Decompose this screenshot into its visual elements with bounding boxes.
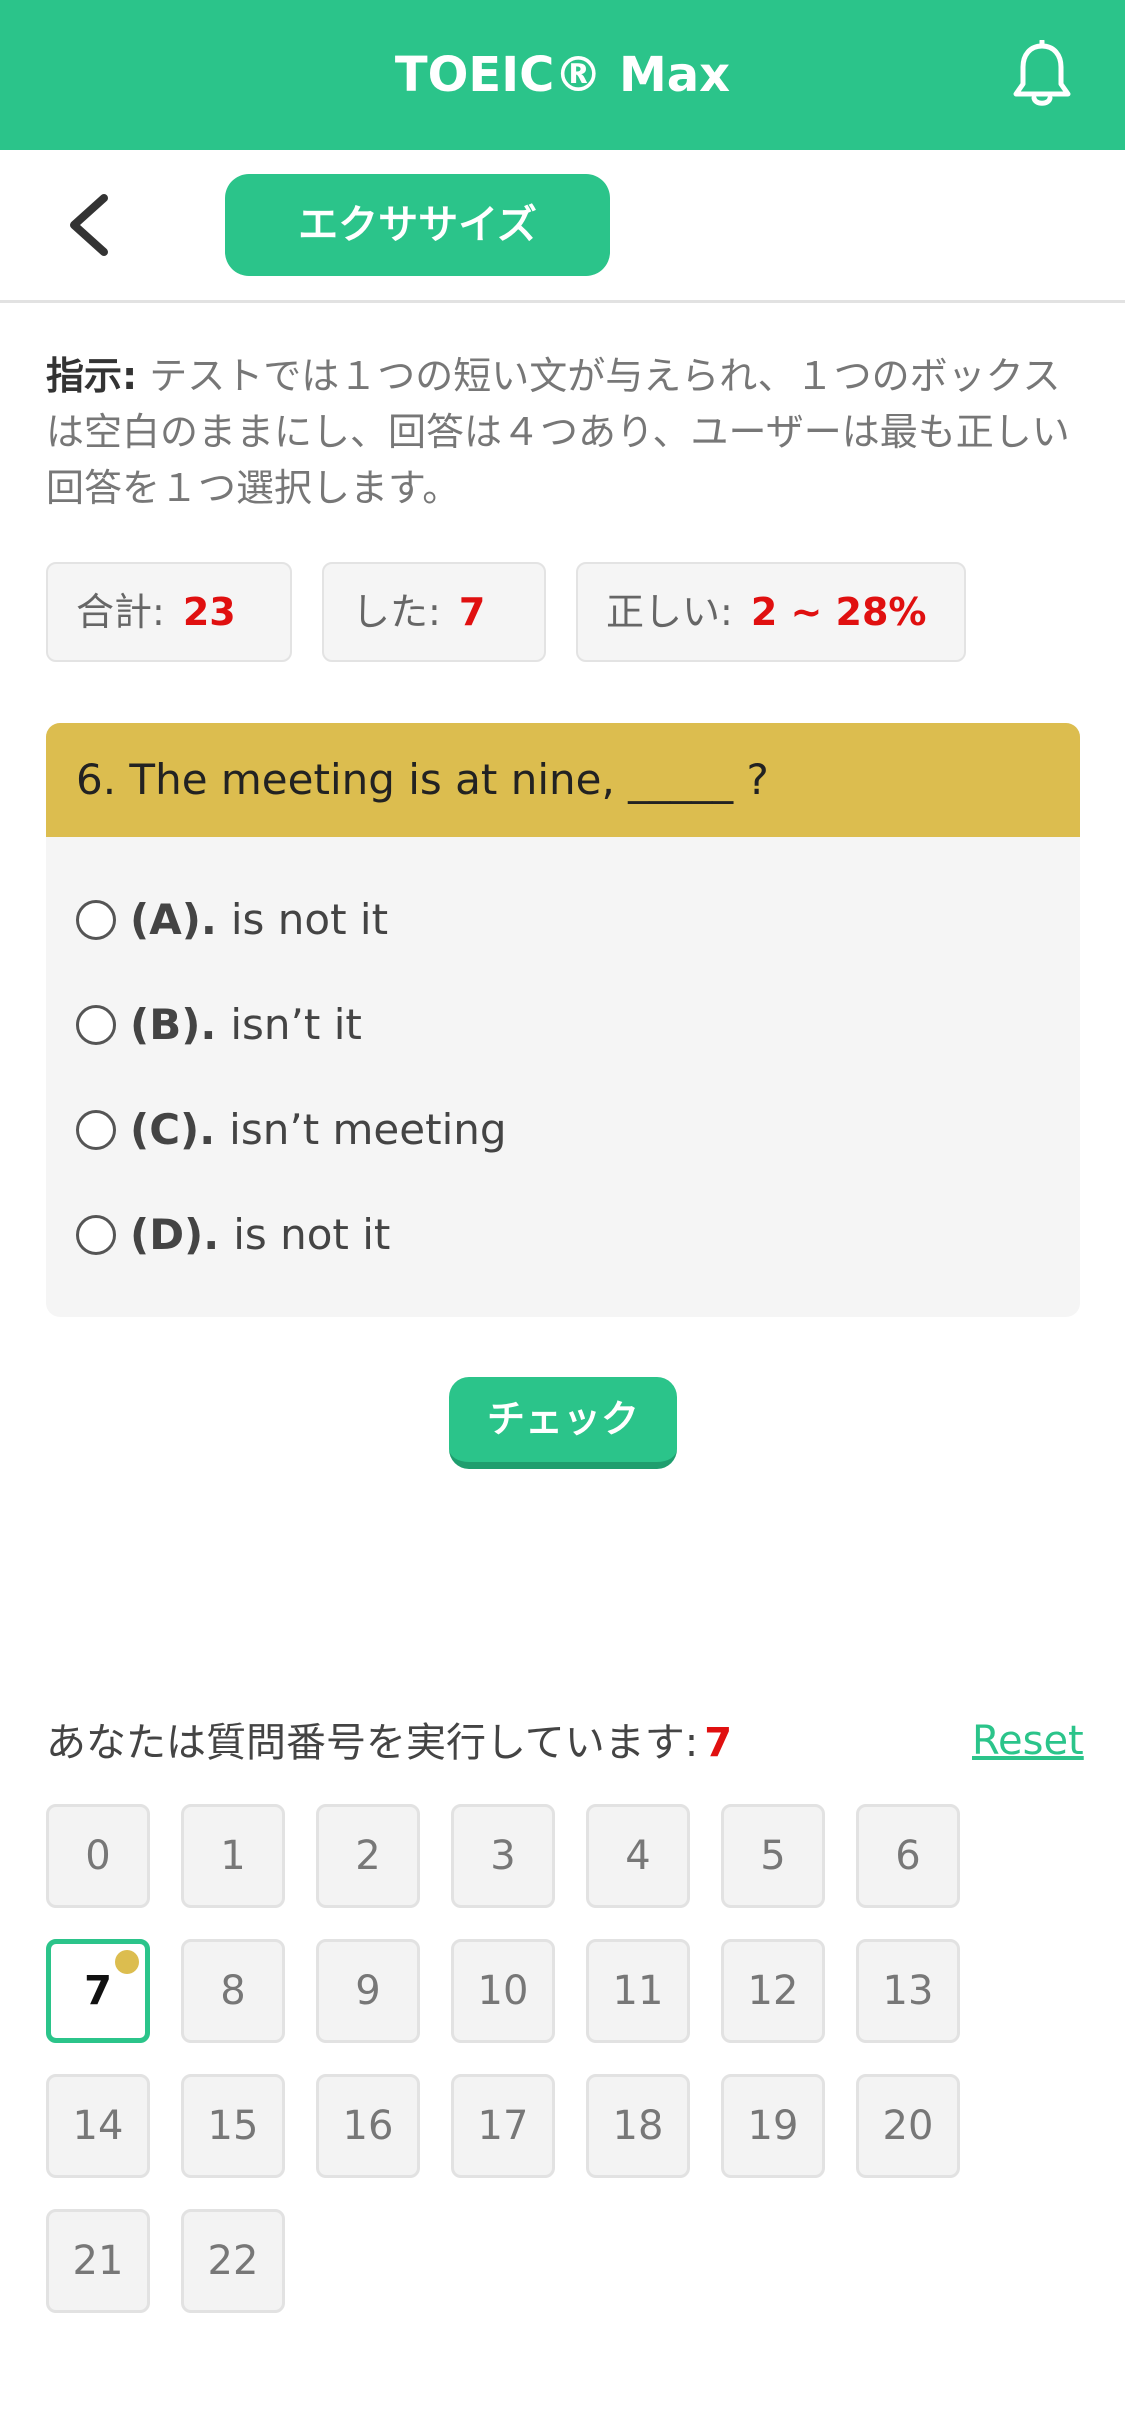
current-question-number: 7	[704, 1720, 733, 1766]
instruction-text: 指示: テストでは１つの短い文が与えられ、１つのボックスは空白のままにし、回答は…	[46, 348, 1071, 516]
stat-done: した: 7	[322, 562, 546, 662]
section-tab-exercise[interactable]: エクササイズ	[225, 174, 610, 276]
option-b[interactable]: (B). isn’t it	[76, 990, 362, 1060]
reset-link[interactable]: Reset	[972, 1714, 1084, 1768]
question-card: 6. The meeting is at nine, _____ ? (A). i…	[46, 723, 1080, 1317]
stat-correct-value: 2 ~ 28%	[750, 590, 927, 634]
progress-text: あなたは質問番号を実行しています: 7	[46, 1716, 732, 1770]
option-key: (D).	[130, 1210, 220, 1259]
progress-label: あなたは質問番号を実行しています:	[46, 1720, 699, 1766]
question-number-button[interactable]: 22	[181, 2209, 285, 2313]
radio-button[interactable]	[76, 1004, 116, 1045]
instruction-label: 指示:	[46, 354, 138, 398]
option-key: (B).	[130, 1000, 217, 1049]
question-number-button[interactable]: 5	[721, 1804, 825, 1908]
stat-correct-label: 正しい:	[606, 590, 733, 634]
app-title: TOEIC® Max	[394, 47, 731, 103]
question-number-button[interactable]: 3	[451, 1804, 555, 1908]
stat-total: 合計: 23	[46, 562, 292, 662]
question-number-button[interactable]: 14	[46, 2074, 150, 2178]
question-number-button[interactable]: 11	[586, 1939, 690, 2043]
question-number-button[interactable]: 7	[46, 1939, 150, 2043]
option-text: isn’t meeting	[229, 1105, 507, 1154]
stat-correct: 正しい: 2 ~ 28%	[576, 562, 966, 662]
radio-button[interactable]	[76, 899, 116, 940]
option-text: isn’t it	[230, 1000, 362, 1049]
question-number-button[interactable]: 1	[181, 1804, 285, 1908]
question-number-button[interactable]: 4	[586, 1804, 690, 1908]
question-number-button[interactable]: 2	[316, 1804, 420, 1908]
question-number-button[interactable]: 19	[721, 2074, 825, 2178]
question-number-button[interactable]: 9	[316, 1939, 420, 2043]
question-number-button[interactable]: 13	[856, 1939, 960, 2043]
question-number-button[interactable]: 10	[451, 1939, 555, 2043]
current-indicator-dot	[115, 1950, 139, 1974]
chevron-left-icon[interactable]	[60, 192, 120, 258]
app-header: TOEIC® Max	[0, 0, 1125, 150]
question-number-button[interactable]: 12	[721, 1939, 825, 2043]
question-text: 6. The meeting is at nine, _____ ?	[46, 723, 1080, 837]
question-number-button[interactable]: 21	[46, 2209, 150, 2313]
question-number-button[interactable]: 6	[856, 1804, 960, 1908]
stat-total-label: 合計:	[76, 590, 165, 634]
option-text: is not it	[230, 895, 389, 944]
radio-button[interactable]	[76, 1214, 116, 1255]
sub-navigation: エクササイズ	[0, 150, 1125, 303]
stat-total-value: 23	[182, 590, 236, 634]
question-number-button[interactable]: 8	[181, 1939, 285, 2043]
option-a[interactable]: (A). is not it	[76, 885, 388, 955]
stat-done-label: した:	[352, 590, 441, 634]
question-number-button[interactable]: 15	[181, 2074, 285, 2178]
option-key: (A).	[130, 895, 217, 944]
question-number-button[interactable]: 20	[856, 2074, 960, 2178]
option-c[interactable]: (C). isn’t meeting	[76, 1095, 507, 1165]
question-number-button[interactable]: 17	[451, 2074, 555, 2178]
option-key: (C).	[130, 1105, 216, 1154]
check-button[interactable]: チェック	[449, 1377, 677, 1469]
stat-done-value: 7	[458, 590, 486, 634]
radio-button[interactable]	[76, 1109, 116, 1150]
question-number-button[interactable]: 18	[586, 2074, 690, 2178]
instruction-body: テストでは１つの短い文が与えられ、１つのボックスは空白のままにし、回答は４つあり…	[46, 354, 1070, 510]
option-text: is not it	[233, 1210, 391, 1259]
question-number-button[interactable]: 0	[46, 1804, 150, 1908]
bell-icon[interactable]	[1010, 40, 1074, 112]
question-number-button[interactable]: 16	[316, 2074, 420, 2178]
option-d[interactable]: (D). is not it	[76, 1200, 390, 1270]
